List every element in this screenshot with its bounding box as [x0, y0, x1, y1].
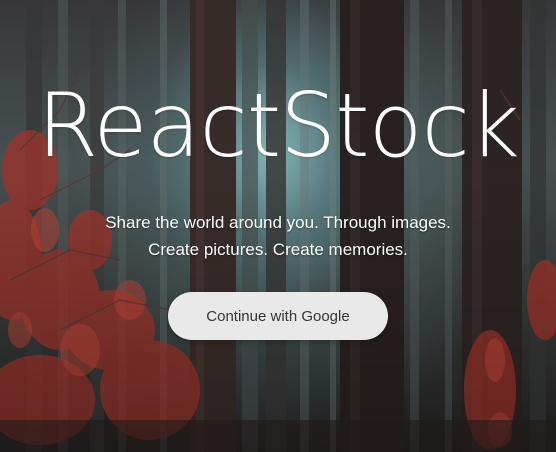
hero-content: ReactStock Share the world around you. T…	[0, 0, 556, 452]
hero-section: ReactStock Share the world around you. T…	[0, 0, 556, 452]
tagline-line-1: Share the world around you. Through imag…	[105, 213, 451, 232]
tagline-line-2: Create pictures. Create memories.	[148, 240, 408, 259]
continue-with-google-button[interactable]: Continue with Google	[168, 292, 388, 340]
continue-with-google-label: Continue with Google	[206, 307, 350, 325]
app-title: ReactStock	[37, 74, 520, 177]
